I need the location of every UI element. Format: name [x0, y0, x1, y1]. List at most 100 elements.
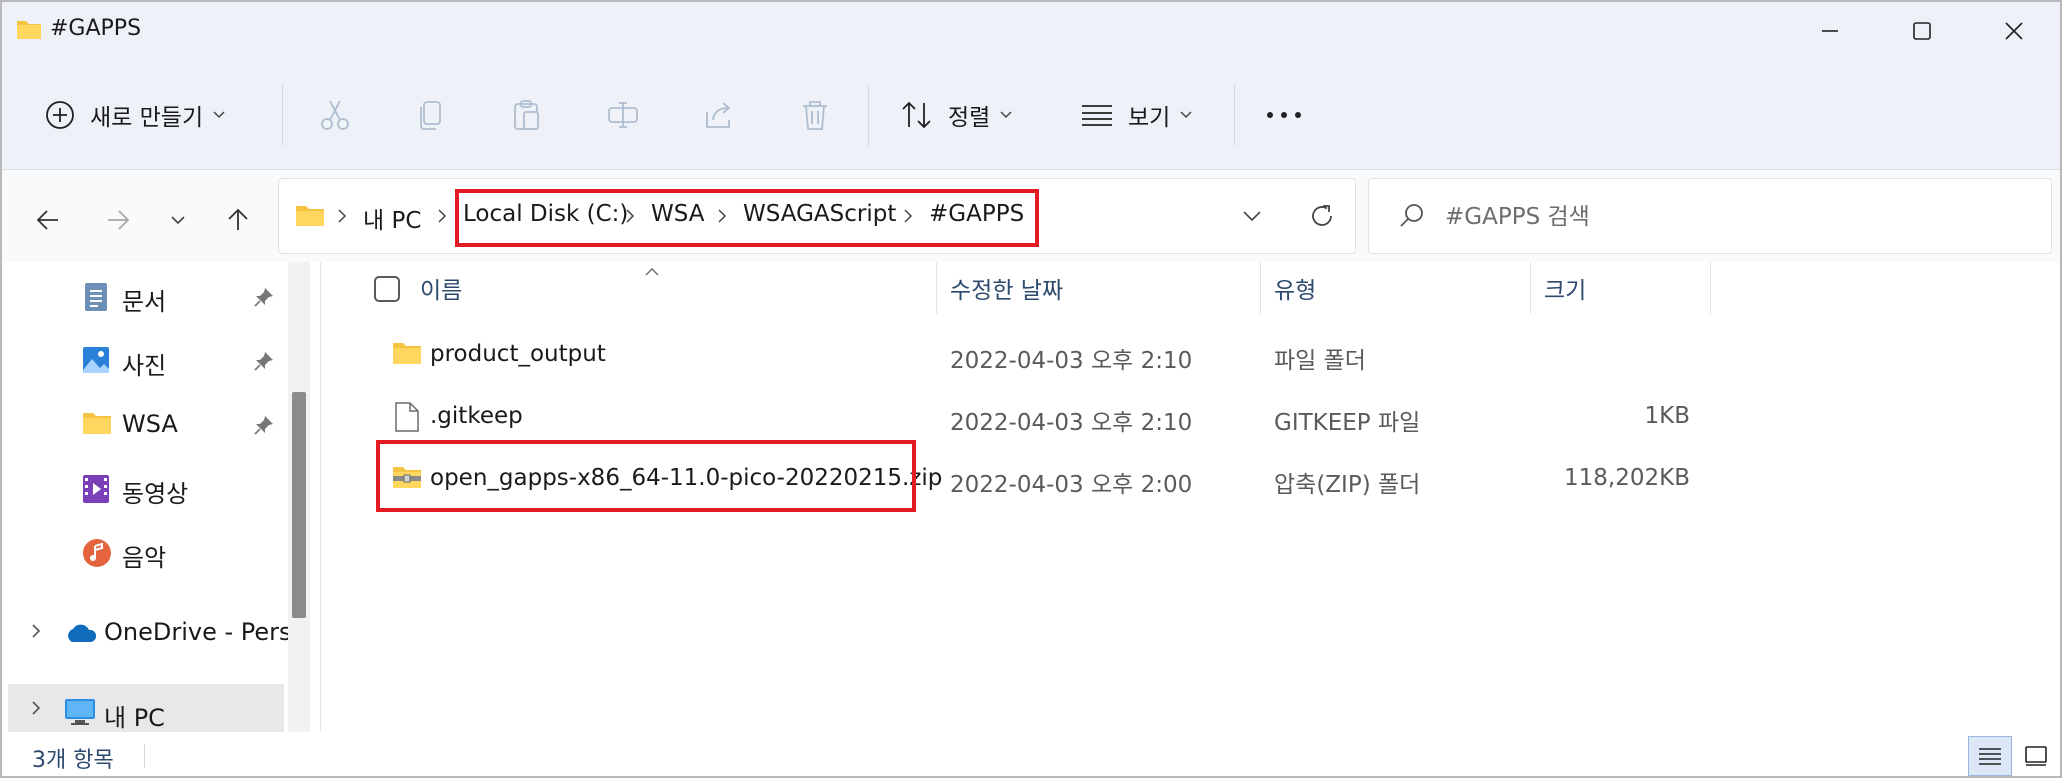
pin-icon: [254, 351, 274, 375]
rename-icon: [608, 102, 638, 128]
toolbar-divider: [282, 84, 283, 146]
view-button[interactable]: 보기: [1080, 85, 1192, 145]
file-size: 1KB: [1644, 403, 1691, 429]
pin-icon: [254, 287, 274, 311]
sort-button[interactable]: 정렬: [900, 85, 1012, 145]
column-divider[interactable]: [1260, 262, 1261, 314]
more-options-button[interactable]: [1264, 85, 1304, 145]
new-button[interactable]: 새로 만들기: [44, 85, 225, 145]
cut-button[interactable]: [318, 85, 352, 145]
file-name: .gitkeep: [430, 403, 523, 429]
pc-icon: [64, 698, 96, 730]
file-type: GITKEEP 파일: [1274, 410, 1421, 436]
file-list: 이름 수정한 날짜 유형 크기 product_output 2022-04-0…: [322, 262, 2060, 732]
breadcrumb-local-disk[interactable]: Local Disk (C:): [463, 201, 628, 227]
item-count: 3개 항목: [32, 748, 114, 773]
folder-icon: [16, 18, 42, 44]
file-icon: [394, 402, 420, 436]
paste-button[interactable]: [510, 85, 544, 145]
tiles-view-icon: [2025, 746, 2047, 766]
sidebar-scrollbar[interactable]: [288, 262, 310, 732]
refresh-icon[interactable]: [1309, 203, 1335, 229]
arrow-up-icon: [228, 208, 248, 230]
file-row[interactable]: .gitkeep 2022-04-03 오후 2:10 GITKEEP 파일 1…: [322, 388, 1716, 446]
breadcrumb-this-pc[interactable]: 내 PC: [363, 201, 421, 235]
file-type: 압축(ZIP) 폴더: [1274, 472, 1421, 498]
copy-icon: [420, 101, 441, 130]
column-header-date[interactable]: 수정한 날짜: [950, 262, 1262, 314]
copy-button[interactable]: [414, 85, 448, 145]
clipboard-icon: [514, 100, 539, 130]
trash-icon: [803, 101, 827, 130]
column-header-size[interactable]: 크기: [1544, 262, 1704, 314]
chevron-right-icon: [438, 209, 447, 223]
details-view-button[interactable]: [1968, 736, 2012, 776]
forward-button[interactable]: [96, 198, 140, 242]
select-all-checkbox[interactable]: [374, 276, 400, 302]
breadcrumb-wsagascript[interactable]: WSAGAScript: [743, 201, 896, 227]
column-divider[interactable]: [1530, 262, 1531, 314]
column-divider[interactable]: [1710, 262, 1711, 314]
toolbar-divider: [868, 84, 869, 146]
search-box: [1368, 178, 2052, 254]
music-icon: [82, 538, 112, 572]
file-row[interactable]: product_output 2022-04-03 오후 2:10 파일 폴더: [322, 326, 1716, 384]
file-date: 2022-04-03 오후 2:10: [950, 410, 1193, 436]
large-icons-view-button[interactable]: [2014, 736, 2058, 776]
up-button[interactable]: [216, 198, 260, 242]
file-size: 118,202KB: [1564, 465, 1690, 491]
sidebar-item-documents[interactable]: 문서: [8, 268, 284, 326]
sidebar-item-wsa[interactable]: WSA: [8, 396, 284, 454]
document-icon: [82, 282, 110, 316]
back-button[interactable]: [26, 198, 70, 242]
scrollbar-thumb[interactable]: [292, 392, 306, 618]
sidebar-item-label: OneDrive - Perso: [104, 618, 307, 646]
sidebar-item-videos[interactable]: 동영상: [8, 460, 284, 518]
explorer-window: #GAPPS 새로 만들기 정렬 보기 내 PC Local Disk (C:)…: [0, 0, 2062, 778]
maximize-button[interactable]: [1876, 2, 1968, 60]
column-header-type[interactable]: 유형: [1274, 262, 1534, 314]
breadcrumb-gapps[interactable]: #GAPPS: [929, 201, 1024, 227]
chevron-down-icon[interactable]: [1243, 211, 1261, 222]
address-bar[interactable]: 내 PC Local Disk (C:) WSA WSAGAScript #GA…: [278, 178, 1356, 254]
maximize-icon: [1913, 22, 1931, 40]
pin-icon: [254, 415, 274, 439]
more-dots-icon: [1267, 112, 1301, 118]
chevron-right-icon[interactable]: [30, 623, 42, 643]
chevron-right-icon: [718, 209, 727, 223]
details-view-icon: [1979, 748, 2001, 765]
window-title: #GAPPS: [50, 16, 142, 41]
file-row[interactable]: open_gapps-x86_64-11.0-pico-20220215.zip…: [322, 450, 1716, 508]
zip-folder-icon: [392, 464, 422, 494]
minimize-icon: [1822, 30, 1838, 32]
share-button[interactable]: [702, 85, 736, 145]
arrow-left-icon: [36, 210, 58, 230]
chevron-right-icon: [626, 209, 635, 223]
chevron-right-icon[interactable]: [30, 700, 42, 720]
file-date: 2022-04-03 오후 2:00: [950, 472, 1193, 498]
pane-divider: [320, 262, 321, 732]
view-button-label: 보기: [1128, 105, 1171, 131]
column-header-name[interactable]: 이름: [420, 262, 940, 314]
breadcrumb-wsa[interactable]: WSA: [651, 201, 705, 227]
sort-button-label: 정렬: [948, 105, 991, 131]
column-header-label: 크기: [1544, 278, 1587, 304]
search-input[interactable]: [1445, 195, 2025, 239]
recent-locations-button[interactable]: [156, 198, 200, 242]
chevron-down-icon: [213, 111, 225, 119]
delete-button[interactable]: [798, 85, 832, 145]
pictures-icon: [82, 346, 110, 378]
sidebar-item-onedrive[interactable]: OneDrive - Perso: [8, 604, 306, 662]
minimize-button[interactable]: [1784, 2, 1876, 60]
chevron-right-icon: [904, 209, 913, 223]
sidebar-item-pictures[interactable]: 사진: [8, 332, 284, 390]
command-bar: 새로 만들기 정렬 보기: [2, 60, 2060, 170]
column-divider[interactable]: [936, 262, 937, 314]
close-button[interactable]: [1968, 2, 2060, 60]
rename-button[interactable]: [606, 85, 640, 145]
sidebar-item-music[interactable]: 음악: [8, 524, 284, 582]
sidebar-item-label: 사진: [122, 352, 167, 380]
status-divider: [144, 744, 145, 768]
sidebar-item-this-pc[interactable]: 내 PC: [8, 684, 284, 732]
title-bar: #GAPPS: [2, 2, 2060, 60]
